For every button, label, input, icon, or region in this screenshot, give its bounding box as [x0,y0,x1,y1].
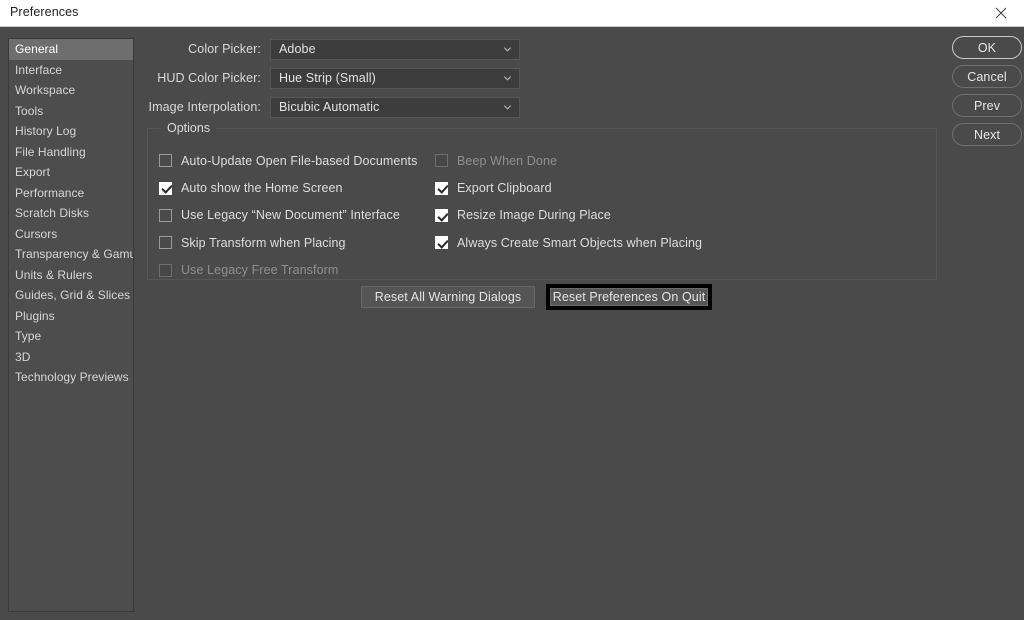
checkbox-label: Resize Image During Place [457,208,611,223]
checkbox-beep-when-done[interactable] [435,154,448,168]
checkbox-label: Auto show the Home Screen [181,181,343,196]
checkbox-row[interactable]: Use Legacy Free Transform [159,257,417,284]
sidebar-item-workspace[interactable]: Workspace [9,80,133,101]
checkbox-row[interactable]: Skip Transform when Placing [159,229,417,256]
image-interpolation-dropdown[interactable]: Bicubic Automatic [270,96,520,118]
window-title: Preferences [10,5,79,19]
sidebar-item-file-handling[interactable]: File Handling [9,142,133,163]
options-column-right: Beep When Done Export Clipboard Resize Ima… [435,147,702,257]
checkbox-row[interactable]: Use Legacy “New Document” Interface [159,202,417,229]
chevron-down-icon [503,47,512,52]
checkbox-label: Use Legacy “New Document” Interface [181,208,400,223]
color-picker-dropdown[interactable]: Adobe [270,38,520,60]
preferences-panel-general: Color Picker: Adobe HUD Color Picker: Hue S… [136,28,1024,620]
checkbox-label: Beep When Done [457,153,558,168]
dialog-action-buttons: OK Cancel Prev Next [952,36,1022,152]
sidebar-item-performance[interactable]: Performance [9,183,133,204]
prev-button[interactable]: Prev [952,94,1022,117]
dropdown-value: Adobe [279,42,316,56]
next-button[interactable]: Next [952,123,1022,146]
sidebar-item-3d[interactable]: 3D [9,347,133,368]
sidebar-item-tools[interactable]: Tools [9,101,133,122]
sidebar-item-interface[interactable]: Interface [9,60,133,81]
checkbox-row[interactable]: Always Create Smart Objects when Placing [435,229,702,256]
sidebar-item-cursors[interactable]: Cursors [9,224,133,245]
dropdown-value: Bicubic Automatic [279,100,380,114]
chevron-down-icon [503,105,512,110]
sidebar-item-transparency-gamut[interactable]: Transparency & Gamut [9,244,133,265]
field-row: Image Interpolation: Bicubic Automatic [136,96,520,118]
reset-preferences-on-quit-button[interactable]: Reset Preferences On Quit [546,284,712,310]
close-icon[interactable] [978,0,1024,26]
dropdown-value: Hue Strip (Small) [279,71,376,85]
sidebar-item-units-rulers[interactable]: Units & Rulers [9,265,133,286]
field-label: Image Interpolation: [148,100,261,114]
sidebar-item-scratch-disks[interactable]: Scratch Disks [9,203,133,224]
ok-button[interactable]: OK [952,36,1022,59]
options-column-left: Auto-Update Open File-based Documents Aut… [159,147,417,284]
checkbox-row[interactable]: Export Clipboard [435,174,702,201]
titlebar: Preferences [0,0,1024,27]
checkbox-skip-transform-when-placing[interactable] [159,236,172,250]
checkbox-label: Always Create Smart Objects when Placing [457,235,703,250]
checkbox-use-legacy-free-transform[interactable] [159,263,172,277]
preferences-dialog: Preferences General Interface Workspace Too… [0,0,1024,620]
field-label: Color Picker: [188,42,261,56]
options-group: Options Auto-Update Open File-based Docu… [147,121,937,280]
checkbox-auto-show-the-home-screen[interactable] [159,181,172,195]
sidebar-item-type[interactable]: Type [9,326,133,347]
field-row: HUD Color Picker: Hue Strip (Small) [136,67,520,89]
field-row: Color Picker: Adobe [136,38,520,60]
checkbox-row[interactable]: Beep When Done [435,147,702,174]
sidebar-item-general[interactable]: General [9,39,133,60]
checkbox-auto-update-open-file-based-documents[interactable] [159,154,172,168]
cancel-button[interactable]: Cancel [952,65,1022,88]
checkbox-export-clipboard[interactable] [435,181,448,195]
sidebar-item-guides-grid-slices[interactable]: Guides, Grid & Slices [9,285,133,306]
checkbox-always-create-smart-objects-when-placing[interactable] [435,236,448,250]
reset-preferences-on-quit-label: Reset Preferences On Quit [550,288,708,306]
sidebar-item-plugins[interactable]: Plugins [9,306,133,327]
checkbox-label: Skip Transform when Placing [181,235,346,250]
checkbox-label: Use Legacy Free Transform [181,263,339,278]
dialog-body: General Interface Workspace Tools History Lo… [0,28,1024,620]
hud-color-picker-dropdown[interactable]: Hue Strip (Small) [270,67,520,89]
checkbox-label: Auto-Update Open File-based Documents [181,153,418,168]
preferences-category-list[interactable]: General Interface Workspace Tools History Lo… [8,38,134,612]
reset-all-warning-dialogs-button[interactable]: Reset All Warning Dialogs [361,286,535,308]
sidebar-item-history-log[interactable]: History Log [9,121,133,142]
checkbox-use-legacy-new-document-interface[interactable] [159,208,172,222]
checkbox-row[interactable]: Resize Image During Place [435,202,702,229]
options-legend: Options [161,121,217,135]
sidebar-item-technology-previews[interactable]: Technology Previews [9,367,133,388]
sidebar-item-export[interactable]: Export [9,162,133,183]
chevron-down-icon [503,76,512,81]
checkbox-label: Export Clipboard [457,181,552,196]
field-label: HUD Color Picker: [157,71,261,85]
checkbox-resize-image-during-place[interactable] [435,208,448,222]
checkbox-row[interactable]: Auto show the Home Screen [159,174,417,201]
checkbox-row[interactable]: Auto-Update Open File-based Documents [159,147,417,174]
